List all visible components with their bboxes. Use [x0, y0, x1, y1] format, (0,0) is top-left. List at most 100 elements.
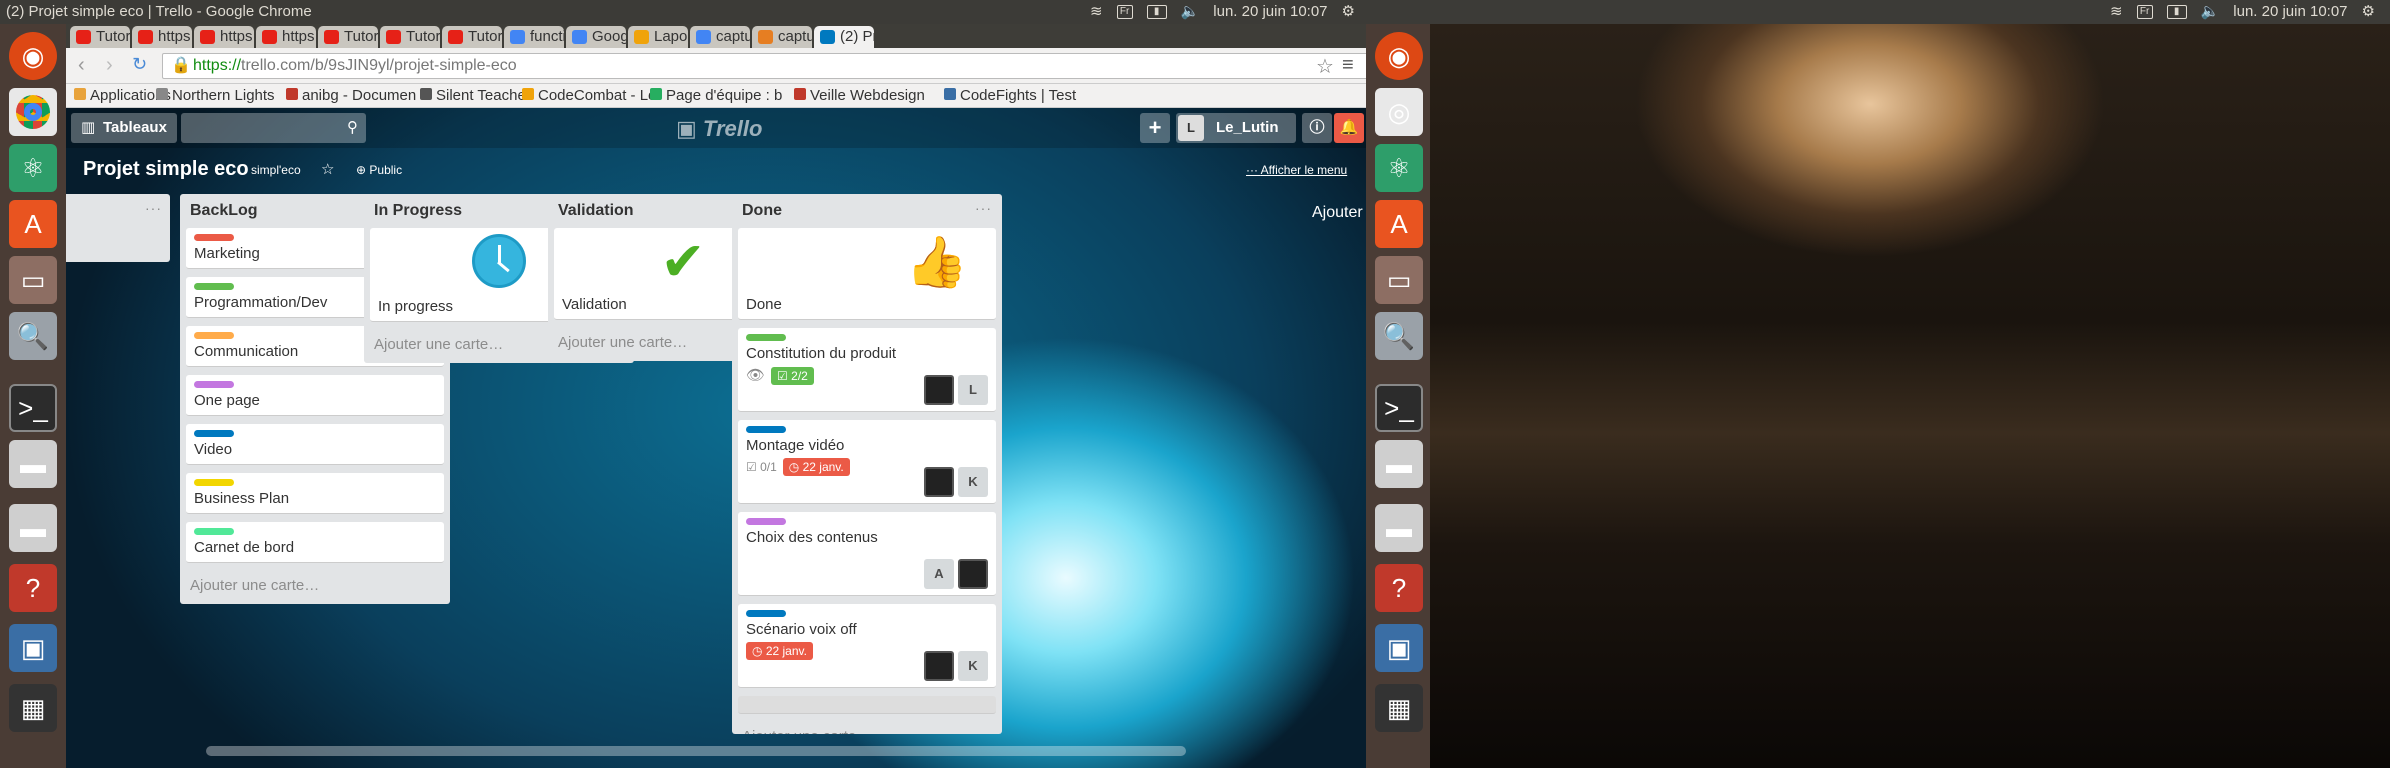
- software-center-icon[interactable]: A: [1375, 200, 1423, 248]
- boards-button[interactable]: ▥ Tableaux: [71, 113, 177, 143]
- drive-icon[interactable]: ▬: [1375, 440, 1423, 488]
- add-button[interactable]: +: [1140, 113, 1170, 143]
- browser-tab[interactable]: https: [194, 26, 254, 48]
- bookmark-star-icon[interactable]: ☆: [1316, 54, 1334, 79]
- card[interactable]: Constitution du produit 👁 ☑ 2/2 L: [738, 328, 996, 412]
- wifi-icon[interactable]: ≋: [1090, 0, 1103, 24]
- member-avatar[interactable]: K: [958, 651, 988, 681]
- star-icon[interactable]: ☆: [321, 160, 334, 178]
- media-icon[interactable]: ▦: [9, 684, 57, 732]
- browser-tab[interactable]: captu: [752, 26, 812, 48]
- chrome-menu-icon[interactable]: ≡: [1342, 54, 1354, 77]
- member-avatar[interactable]: L: [958, 375, 988, 405]
- screenshot-icon[interactable]: ▣: [1375, 624, 1423, 672]
- atom-icon[interactable]: ⚛: [1375, 144, 1423, 192]
- reload-button[interactable]: ↻: [132, 54, 147, 75]
- battery-icon[interactable]: ▮: [1146, 5, 1167, 19]
- member-avatar[interactable]: [924, 651, 954, 681]
- drive-icon[interactable]: ▬: [1375, 504, 1423, 552]
- drive-icon[interactable]: ▬: [9, 504, 57, 552]
- terminal-icon[interactable]: >_: [1375, 384, 1423, 432]
- files-icon[interactable]: ▭: [1375, 256, 1423, 304]
- card-image-cover[interactable]: [738, 696, 996, 714]
- add-list-button[interactable]: Ajouter u: [1312, 204, 1366, 222]
- card[interactable]: Montage vidéo ☑ 0/1 ◷ 22 janv. K: [738, 420, 996, 504]
- settings-gear-icon[interactable]: ⚙: [1342, 0, 1355, 24]
- ubuntu-dash-icon[interactable]: ◉: [1375, 32, 1423, 80]
- keyboard-layout-indicator[interactable]: Fr: [2136, 5, 2153, 19]
- board-scrollbar[interactable]: [206, 746, 1186, 756]
- list-done[interactable]: Done ··· 👍 Done Constitution du produit 👁 ☑ 2/…: [732, 194, 1002, 734]
- clock[interactable]: lun. 20 juin 10:07: [2233, 0, 2347, 24]
- user-menu[interactable]: L Le_Lutin: [1176, 113, 1296, 143]
- bookmark-item[interactable]: CodeFights | Test: [944, 84, 1076, 108]
- info-icon[interactable]: ⓘ: [1302, 113, 1332, 143]
- ubuntu-dash-icon[interactable]: ◉: [9, 32, 57, 80]
- search-input[interactable]: ⚲: [181, 113, 366, 143]
- clock[interactable]: lun. 20 juin 10:07: [1213, 0, 1327, 24]
- member-avatar[interactable]: A: [924, 559, 954, 589]
- bookmark-item[interactable]: CodeCombat - Le: [522, 84, 656, 108]
- member-avatar[interactable]: [924, 467, 954, 497]
- bookmark-item[interactable]: Veille Webdesign: [794, 84, 925, 108]
- card[interactable]: 👍 Done: [738, 228, 996, 320]
- volume-icon[interactable]: 🔈: [2201, 0, 2220, 24]
- chrome-icon[interactable]: ◎: [1375, 88, 1423, 136]
- card[interactable]: Choix des contenus A: [738, 512, 996, 596]
- chrome-icon[interactable]: [9, 88, 57, 136]
- browser-tab[interactable]: functi: [504, 26, 564, 48]
- browser-tab[interactable]: Tutor: [70, 26, 130, 48]
- team-name[interactable]: simpl'eco: [251, 163, 301, 177]
- back-button[interactable]: ‹: [78, 54, 85, 77]
- image-viewer-icon[interactable]: 🔍: [9, 312, 57, 360]
- browser-tab[interactable]: (2) Pr: [814, 26, 874, 48]
- member-avatar[interactable]: [924, 375, 954, 405]
- drive-icon[interactable]: ▬: [9, 440, 57, 488]
- show-menu-link[interactable]: ··· Afficher le menu: [1246, 163, 1347, 177]
- bookmark-item[interactable]: Northern Lights: [156, 84, 275, 108]
- software-center-icon[interactable]: A: [9, 200, 57, 248]
- browser-tab[interactable]: captu: [690, 26, 750, 48]
- browser-tab[interactable]: Goog: [566, 26, 626, 48]
- browser-tab[interactable]: Tutor: [380, 26, 440, 48]
- bookmark-item[interactable]: Silent Teacher: [420, 84, 531, 108]
- browser-tab[interactable]: Tutor: [442, 26, 502, 48]
- member-avatar[interactable]: [958, 559, 988, 589]
- notifications-bell-icon[interactable]: 🔔: [1334, 113, 1364, 143]
- list-partial[interactable]: ···: [66, 194, 170, 262]
- media-icon[interactable]: ▦: [1375, 684, 1423, 732]
- bookmark-item[interactable]: anibg - Documen: [286, 84, 416, 108]
- member-avatar[interactable]: K: [958, 467, 988, 497]
- wifi-icon[interactable]: ≋: [2110, 0, 2123, 24]
- atom-icon[interactable]: ⚛: [9, 144, 57, 192]
- list-menu-icon[interactable]: ···: [975, 200, 992, 216]
- forward-button[interactable]: ›: [106, 54, 113, 77]
- browser-tab[interactable]: https: [256, 26, 316, 48]
- url-input[interactable]: 🔒 https://trello.com/b/9sJIN9yl/projet-s…: [162, 53, 1392, 79]
- list-title[interactable]: Done: [732, 194, 1002, 228]
- add-card-button[interactable]: Ajouter une carte…: [732, 722, 1002, 734]
- visibility-button[interactable]: ⊕ Public: [356, 163, 402, 177]
- image-viewer-icon[interactable]: 🔍: [1375, 312, 1423, 360]
- card[interactable]: One page: [186, 375, 444, 416]
- trello-logo[interactable]: ▣ Trello: [676, 116, 762, 142]
- add-card-button[interactable]: Ajouter une carte…: [180, 571, 450, 604]
- keyboard-layout-indicator[interactable]: Fr: [1116, 5, 1133, 19]
- volume-icon[interactable]: 🔈: [1181, 0, 1200, 24]
- settings-gear-icon[interactable]: ⚙: [2362, 0, 2375, 24]
- card[interactable]: Video: [186, 424, 444, 465]
- board-title[interactable]: Projet simple eco: [83, 158, 249, 181]
- card[interactable]: Scénario voix off ◷ 22 janv. K: [738, 604, 996, 688]
- browser-tab[interactable]: Tutor: [318, 26, 378, 48]
- files-icon[interactable]: ▭: [9, 256, 57, 304]
- browser-tab[interactable]: https: [132, 26, 192, 48]
- browser-tab[interactable]: Lapo: [628, 26, 688, 48]
- card[interactable]: Business Plan: [186, 473, 444, 514]
- help-icon[interactable]: ?: [9, 564, 57, 612]
- terminal-icon[interactable]: >_: [9, 384, 57, 432]
- help-icon[interactable]: ?: [1375, 564, 1423, 612]
- bookmark-item[interactable]: Page d'équipe : b: [650, 84, 782, 108]
- screenshot-icon[interactable]: ▣: [9, 624, 57, 672]
- card[interactable]: Carnet de bord: [186, 522, 444, 563]
- battery-icon[interactable]: ▮: [2166, 5, 2187, 19]
